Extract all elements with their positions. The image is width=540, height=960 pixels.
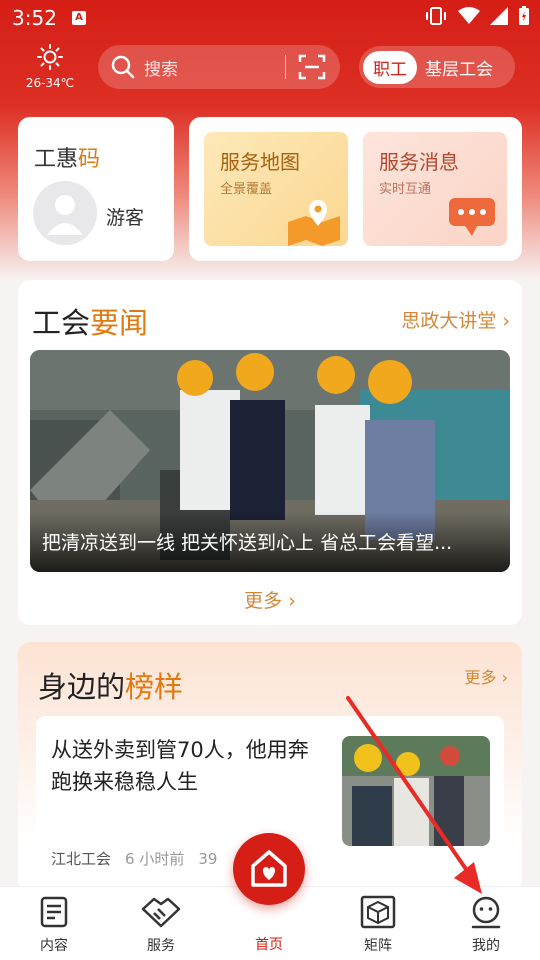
article-time: 6 小时前 (125, 850, 185, 868)
news-banner[interactable]: 把清凉送到一线 把关怀送到心上 省总工会看望... (30, 350, 510, 572)
service-map-title: 服务地图 (220, 150, 300, 174)
vibrate-icon (426, 7, 446, 25)
nav-home-label: 首页 (255, 937, 283, 953)
gonghui-code-title: 工惠码 (34, 147, 101, 172)
role-model-title: 身边的榜样 (38, 670, 184, 704)
article-thumbnail (342, 736, 490, 846)
nav-matrix[interactable]: 矩阵 (338, 895, 418, 955)
map-pin-icon (288, 200, 340, 246)
article-extra: 39 (198, 850, 218, 868)
search-bar[interactable]: 搜索 (98, 45, 340, 89)
nav-service-label: 服务 (147, 938, 175, 954)
home-heart-icon (251, 850, 287, 887)
service-message-title: 服务消息 (379, 150, 459, 174)
service-message-subtitle: 实时互通 (379, 182, 432, 197)
avatar-icon (47, 195, 83, 235)
signal-icon (490, 7, 508, 25)
service-message-tile[interactable]: 服务消息 实时互通 (363, 132, 507, 246)
chat-bubble-icon (449, 198, 495, 236)
service-map-tile[interactable]: 服务地图 全景覆盖 (204, 132, 348, 246)
search-icon (111, 55, 135, 79)
sun-icon (37, 44, 63, 70)
search-placeholder: 搜索 (144, 59, 178, 80)
union-news-section: 工会要闻 思政大讲堂 › 把清凉送到一线 把关怀送到心上 省总工会看望... 更… (18, 280, 522, 625)
toggle-worker[interactable]: 职工 (363, 50, 417, 84)
union-news-title: 工会要闻 (32, 306, 149, 340)
nav-profile[interactable]: 我的 (446, 895, 526, 955)
role-model-more-link[interactable]: 更多 › (464, 664, 508, 688)
article-title: 从送外卖到管70人，他用奔跑换来稳稳人生 (51, 738, 309, 794)
nav-content-label: 内容 (40, 938, 68, 954)
article-source: 江北工会 (51, 850, 112, 868)
news-caption: 把清凉送到一线 把关怀送到心上 省总工会看望... (30, 512, 510, 572)
app-notification-icon: A (72, 11, 86, 25)
weather-temp: 26-34℃ (25, 76, 75, 90)
gonghui-code-card[interactable]: 工惠码 游客 (18, 117, 174, 261)
document-icon (40, 896, 68, 928)
article-photo (342, 736, 490, 846)
scan-icon[interactable] (298, 53, 326, 81)
search-divider (285, 55, 286, 79)
status-bar: 3:52 A (0, 0, 540, 36)
cube-icon (360, 895, 396, 929)
handshake-icon (141, 897, 181, 928)
service-card: 服务地图 全景覆盖 服务消息 实时互通 (189, 117, 522, 261)
service-map-subtitle: 全景覆盖 (220, 182, 273, 197)
wifi-icon (458, 7, 480, 24)
weather-widget[interactable]: 26-34℃ (22, 44, 78, 90)
nav-home-button[interactable] (233, 833, 305, 905)
toggle-union[interactable]: 基层工会 (425, 55, 493, 80)
nav-service[interactable]: 服务 (121, 895, 201, 955)
chevron-right-icon: › (288, 590, 296, 612)
profile-icon (471, 896, 501, 929)
status-time: 3:52 (12, 6, 57, 30)
ideology-lecture-link[interactable]: 思政大讲堂 › (401, 306, 510, 333)
chevron-right-icon: › (501, 668, 508, 687)
article-meta: 江北工会 6 小时前 39 (51, 848, 217, 869)
battery-icon (519, 6, 529, 25)
nav-matrix-label: 矩阵 (364, 938, 392, 954)
avatar (33, 181, 97, 245)
chevron-right-icon: › (502, 310, 510, 332)
news-more-link[interactable]: 更多 › (18, 586, 522, 613)
nav-content[interactable]: 内容 (14, 895, 94, 955)
nav-profile-label: 我的 (472, 938, 500, 954)
user-name: 游客 (106, 207, 145, 229)
role-toggle[interactable]: 职工 基层工会 (359, 46, 515, 88)
